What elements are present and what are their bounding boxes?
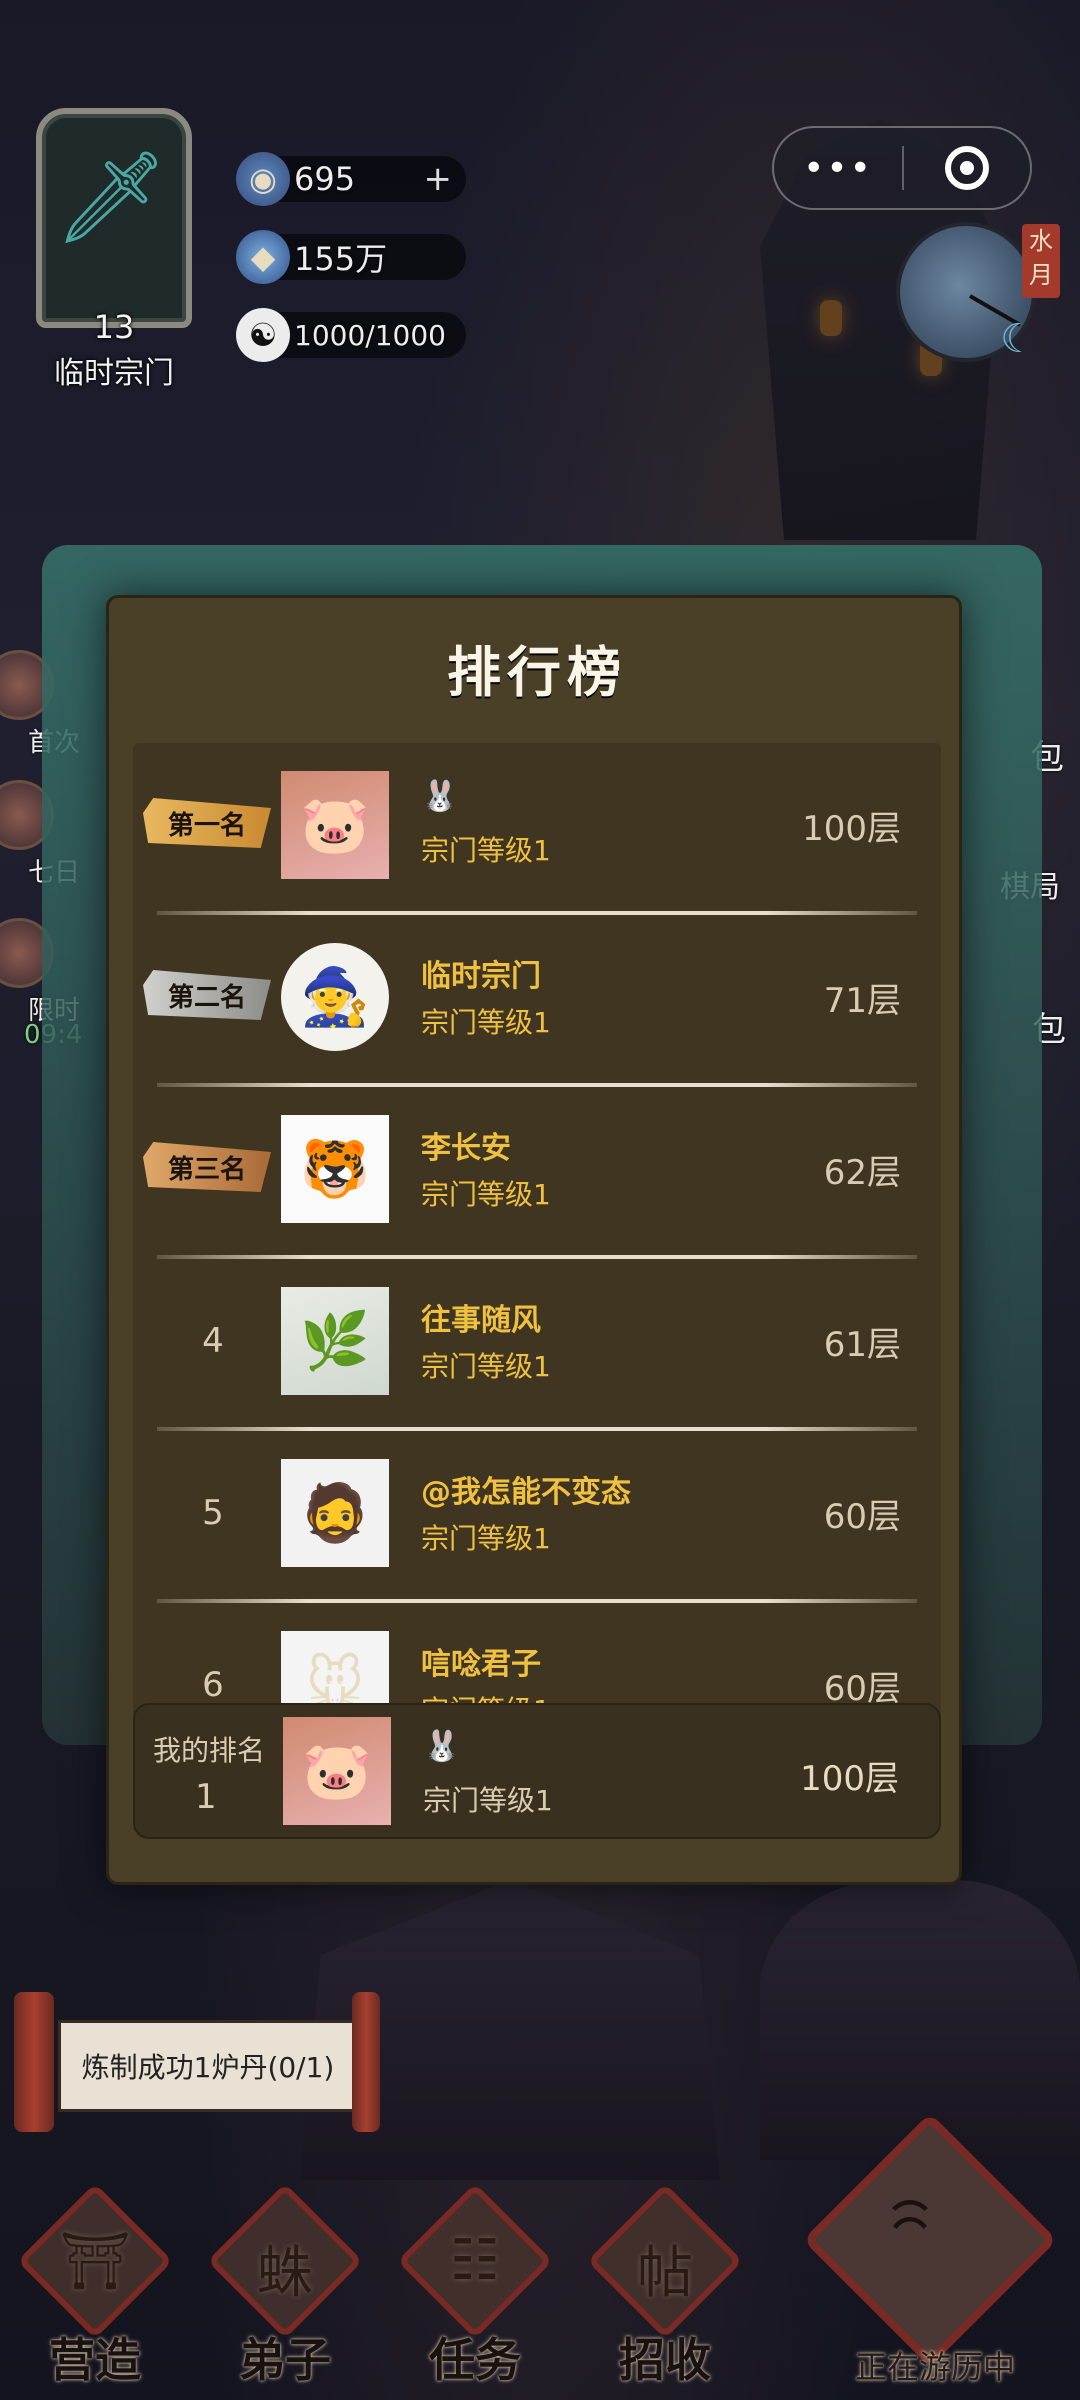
miniprogram-capsule: ••• [772, 126, 1032, 210]
player-avatar: 🐯 [281, 1115, 389, 1223]
scroll-rod [352, 1992, 380, 2132]
current-task-text: 炼制成功1炉丹(0/1) [58, 2020, 358, 2112]
sect-badge[interactable]: 🗡 13 临时宗门 [14, 98, 214, 398]
sword-emblem-icon: 🗡 [54, 145, 169, 250]
player-name: 李长安 [421, 1131, 511, 1166]
player-floor-score: 100层 [802, 809, 901, 849]
leaderboard-row[interactable]: 5 🧔 @我怎能不变态 宗门等级1 60层 [133, 1431, 941, 1603]
my-avatar: 🐷 [283, 1717, 391, 1825]
player-sect-level: 宗门等级1 [421, 1522, 551, 1555]
my-rank-bar: 我的排名 1 🐷 🐰 宗门等级1 100层 [133, 1703, 941, 1839]
rank-badge-silver: 第二名 [143, 970, 271, 1020]
player-avatar: 🐷 [281, 771, 389, 879]
leaderboard-row[interactable]: 第一名 🐷 🐰 宗门等级1 100层 [133, 743, 941, 915]
invitation-card-icon: 帖 [637, 2241, 693, 2306]
player-name: 唁唸君子 [421, 1647, 541, 1682]
sect-level: 13 [93, 308, 135, 346]
nav-label: 任务 [429, 2333, 521, 2387]
yin-yang-icon: ☯ [236, 308, 290, 362]
travel-icon: ꩰ [790, 2190, 1080, 2323]
leaderboard-row[interactable]: 第二名 🧙 临时宗门 宗门等级1 71层 [133, 915, 941, 1087]
leaderboard-title: 排行榜 [447, 640, 627, 704]
nav-label: 招收 [619, 2333, 711, 2387]
leaderboard-row[interactable]: 4 🌿 往事随风 宗门等级1 61层 [133, 1259, 941, 1431]
nav-label: 弟子 [239, 2333, 331, 2387]
player-avatar: 🧔 [281, 1459, 389, 1567]
player-sect-level: 宗门等级1 [421, 1006, 551, 1039]
task-scroll[interactable]: 炼制成功1炉丹(0/1) [14, 1992, 380, 2132]
player-sect-level: 宗门等级1 [421, 834, 551, 867]
rank-number: 5 [202, 1493, 224, 1533]
player-floor-score: 62层 [823, 1153, 901, 1193]
nav-recruit-button[interactable]: 帖 招收 [570, 2183, 750, 2396]
spirit-orb-icon: ◉ [236, 152, 290, 206]
calendar-tag: 水月 [1022, 224, 1060, 298]
rank-number: 4 [202, 1321, 224, 1361]
player-floor-score: 61层 [823, 1325, 901, 1365]
close-miniprogram-button[interactable] [904, 146, 1030, 190]
my-floor-score: 100层 [800, 1759, 899, 1799]
resource-yin-yang: ☯ 1000/1000 [236, 308, 466, 362]
leaderboard-panel: 排行榜 第一名 🐷 🐰 宗门等级1 100层 第二名 🧙 临时宗门 宗门等级1 … [106, 595, 962, 1885]
travel-status-label: 正在游历中 [854, 2348, 1015, 2386]
player-name: 往事随风 [421, 1303, 541, 1338]
travel-status-button[interactable]: ꩰ 正在游历中 [790, 2112, 1080, 2400]
crystal-icon: ◆ [236, 230, 290, 284]
rank-number: 6 [202, 1665, 224, 1705]
rank-badge-gold: 第一名 [143, 798, 271, 848]
player-name: 🐰 [421, 779, 459, 814]
resource-value: 155万 [294, 240, 388, 278]
temple-icon: ⛩ [59, 2229, 131, 2294]
my-sect-level: 宗门等级1 [423, 1784, 553, 1817]
resource-value: 1000/1000 [294, 318, 446, 352]
resource-spirit-orbs: ◉ 695 + [236, 152, 466, 206]
player-floor-score: 60层 [823, 1497, 901, 1537]
nav-tasks-button[interactable]: ☷ 任务 [380, 2183, 560, 2396]
player-floor-score: 71层 [823, 981, 901, 1021]
leaderboard-row[interactable]: 第三名 🐯 李长安 宗门等级1 62层 [133, 1087, 941, 1259]
more-options-button[interactable]: ••• [774, 148, 902, 189]
moon-icon: ☾ [1000, 316, 1036, 362]
player-sect-level: 宗门等级1 [421, 1178, 551, 1211]
add-resource-button[interactable]: + [424, 159, 453, 199]
player-avatar: 🌿 [281, 1287, 389, 1395]
task-icon: ☷ [449, 2228, 501, 2293]
nav-build-button[interactable]: ⛩ 营造 [0, 2183, 180, 2396]
scroll-rod [14, 1992, 54, 2132]
nav-label: 营造 [49, 2333, 141, 2387]
player-sect-level: 宗门等级1 [421, 1350, 551, 1383]
resource-value: 695 [294, 160, 356, 198]
nav-disciples-button[interactable]: 蛛 弟子 [190, 2183, 370, 2396]
sect-name: 临时宗门 [54, 356, 174, 391]
my-name: 🐰 [423, 1729, 461, 1764]
my-rank-number: 1 [195, 1777, 217, 1817]
target-icon [944, 146, 989, 190]
disciple-icon: 蛛 [257, 2241, 313, 2306]
resource-crystals: ◆ 155万 [236, 230, 466, 284]
player-name: @我怎能不变态 [421, 1475, 631, 1510]
leaderboard-list[interactable]: 第一名 🐷 🐰 宗门等级1 100层 第二名 🧙 临时宗门 宗门等级1 71层 … [133, 743, 941, 1783]
rank-badge-bronze: 第三名 [143, 1142, 271, 1192]
player-name: 临时宗门 [421, 959, 541, 994]
my-rank-label: 我的排名 [153, 1734, 266, 1767]
player-avatar: 🧙 [281, 943, 389, 1051]
